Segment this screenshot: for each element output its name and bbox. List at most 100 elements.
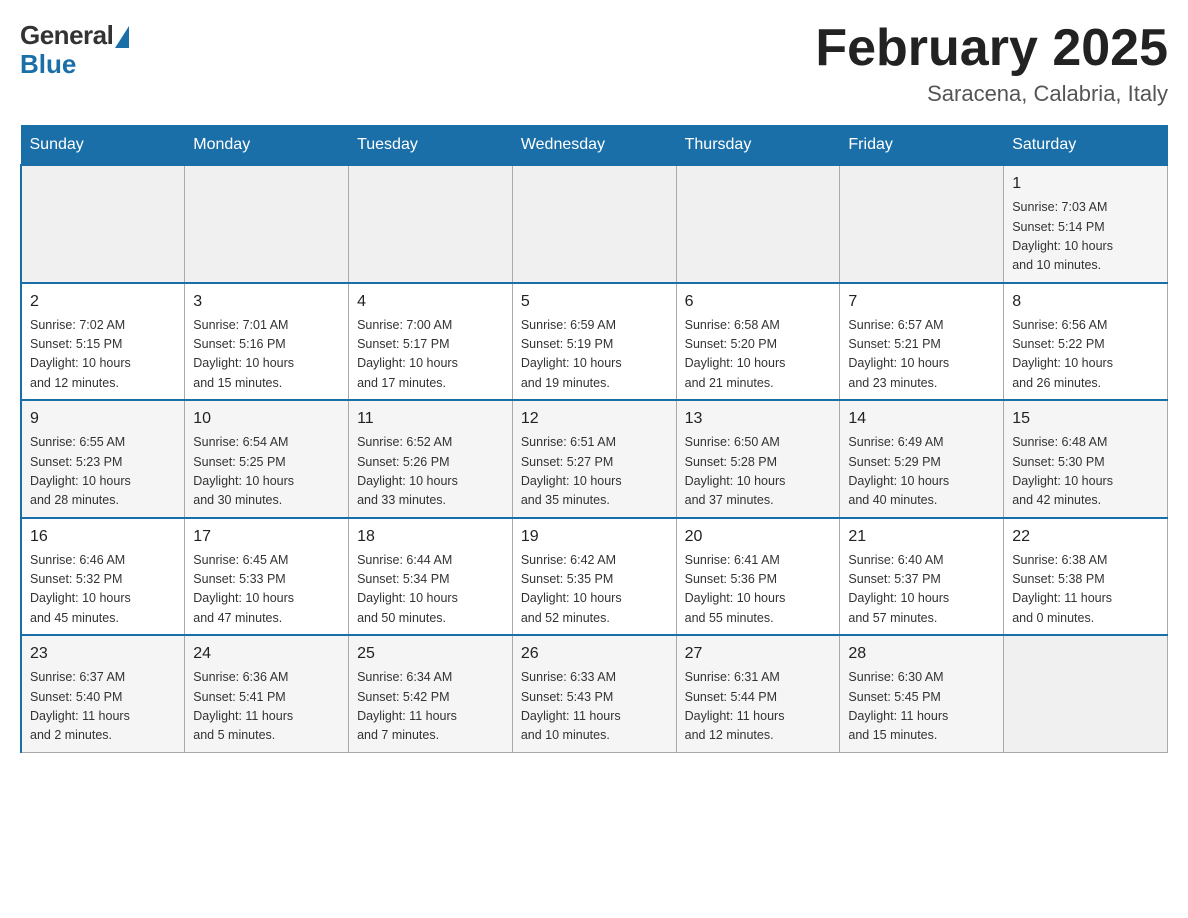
day-number: 15: [1012, 407, 1159, 431]
title-block: February 2025 Saracena, Calabria, Italy: [815, 20, 1168, 107]
logo-general-text: General: [20, 20, 113, 51]
day-number: 13: [685, 407, 832, 431]
day-info: Sunrise: 6:36 AM Sunset: 5:41 PM Dayligh…: [193, 668, 340, 746]
day-number: 17: [193, 525, 340, 549]
calendar-cell: 19Sunrise: 6:42 AM Sunset: 5:35 PM Dayli…: [512, 518, 676, 636]
logo-triangle-icon: [115, 26, 129, 48]
day-info: Sunrise: 7:01 AM Sunset: 5:16 PM Dayligh…: [193, 316, 340, 394]
calendar-cell: 4Sunrise: 7:00 AM Sunset: 5:17 PM Daylig…: [349, 283, 513, 401]
day-info: Sunrise: 6:40 AM Sunset: 5:37 PM Dayligh…: [848, 551, 995, 629]
day-number: 24: [193, 642, 340, 666]
day-number: 11: [357, 407, 504, 431]
day-number: 25: [357, 642, 504, 666]
day-info: Sunrise: 6:49 AM Sunset: 5:29 PM Dayligh…: [848, 433, 995, 511]
weekday-header-row: SundayMondayTuesdayWednesdayThursdayFrid…: [21, 126, 1168, 166]
calendar-cell: [185, 165, 349, 283]
day-info: Sunrise: 6:55 AM Sunset: 5:23 PM Dayligh…: [30, 433, 176, 511]
weekday-header-tuesday: Tuesday: [349, 126, 513, 166]
logo: General Blue: [20, 20, 129, 80]
calendar-cell: 6Sunrise: 6:58 AM Sunset: 5:20 PM Daylig…: [676, 283, 840, 401]
day-number: 21: [848, 525, 995, 549]
day-info: Sunrise: 6:57 AM Sunset: 5:21 PM Dayligh…: [848, 316, 995, 394]
day-info: Sunrise: 6:38 AM Sunset: 5:38 PM Dayligh…: [1012, 551, 1159, 629]
calendar-cell: 13Sunrise: 6:50 AM Sunset: 5:28 PM Dayli…: [676, 400, 840, 518]
day-number: 28: [848, 642, 995, 666]
day-number: 20: [685, 525, 832, 549]
day-info: Sunrise: 6:31 AM Sunset: 5:44 PM Dayligh…: [685, 668, 832, 746]
calendar-table: SundayMondayTuesdayWednesdayThursdayFrid…: [20, 125, 1168, 753]
calendar-cell: 27Sunrise: 6:31 AM Sunset: 5:44 PM Dayli…: [676, 635, 840, 752]
day-info: Sunrise: 6:34 AM Sunset: 5:42 PM Dayligh…: [357, 668, 504, 746]
day-number: 8: [1012, 290, 1159, 314]
day-number: 5: [521, 290, 668, 314]
day-info: Sunrise: 6:33 AM Sunset: 5:43 PM Dayligh…: [521, 668, 668, 746]
calendar-cell: 10Sunrise: 6:54 AM Sunset: 5:25 PM Dayli…: [185, 400, 349, 518]
day-info: Sunrise: 6:50 AM Sunset: 5:28 PM Dayligh…: [685, 433, 832, 511]
calendar-cell: 17Sunrise: 6:45 AM Sunset: 5:33 PM Dayli…: [185, 518, 349, 636]
day-number: 12: [521, 407, 668, 431]
weekday-header-friday: Friday: [840, 126, 1004, 166]
day-info: Sunrise: 7:00 AM Sunset: 5:17 PM Dayligh…: [357, 316, 504, 394]
day-info: Sunrise: 6:59 AM Sunset: 5:19 PM Dayligh…: [521, 316, 668, 394]
calendar-cell: 14Sunrise: 6:49 AM Sunset: 5:29 PM Dayli…: [840, 400, 1004, 518]
weekday-header-thursday: Thursday: [676, 126, 840, 166]
logo-blue-text: Blue: [20, 49, 76, 80]
calendar-week-row: 1Sunrise: 7:03 AM Sunset: 5:14 PM Daylig…: [21, 165, 1168, 283]
calendar-week-row: 16Sunrise: 6:46 AM Sunset: 5:32 PM Dayli…: [21, 518, 1168, 636]
day-info: Sunrise: 6:54 AM Sunset: 5:25 PM Dayligh…: [193, 433, 340, 511]
calendar-cell: [1004, 635, 1168, 752]
day-number: 23: [30, 642, 176, 666]
calendar-cell: 18Sunrise: 6:44 AM Sunset: 5:34 PM Dayli…: [349, 518, 513, 636]
location-subtitle: Saracena, Calabria, Italy: [815, 81, 1168, 107]
calendar-cell: 11Sunrise: 6:52 AM Sunset: 5:26 PM Dayli…: [349, 400, 513, 518]
calendar-cell: 5Sunrise: 6:59 AM Sunset: 5:19 PM Daylig…: [512, 283, 676, 401]
day-number: 6: [685, 290, 832, 314]
weekday-header-sunday: Sunday: [21, 126, 185, 166]
calendar-cell: [21, 165, 185, 283]
day-number: 22: [1012, 525, 1159, 549]
calendar-cell: 1Sunrise: 7:03 AM Sunset: 5:14 PM Daylig…: [1004, 165, 1168, 283]
calendar-cell: 12Sunrise: 6:51 AM Sunset: 5:27 PM Dayli…: [512, 400, 676, 518]
day-info: Sunrise: 6:37 AM Sunset: 5:40 PM Dayligh…: [30, 668, 176, 746]
day-info: Sunrise: 6:52 AM Sunset: 5:26 PM Dayligh…: [357, 433, 504, 511]
calendar-cell: 20Sunrise: 6:41 AM Sunset: 5:36 PM Dayli…: [676, 518, 840, 636]
day-info: Sunrise: 6:30 AM Sunset: 5:45 PM Dayligh…: [848, 668, 995, 746]
day-info: Sunrise: 6:56 AM Sunset: 5:22 PM Dayligh…: [1012, 316, 1159, 394]
day-info: Sunrise: 6:44 AM Sunset: 5:34 PM Dayligh…: [357, 551, 504, 629]
calendar-week-row: 9Sunrise: 6:55 AM Sunset: 5:23 PM Daylig…: [21, 400, 1168, 518]
calendar-week-row: 2Sunrise: 7:02 AM Sunset: 5:15 PM Daylig…: [21, 283, 1168, 401]
day-number: 1: [1012, 172, 1159, 196]
calendar-cell: [840, 165, 1004, 283]
calendar-cell: [349, 165, 513, 283]
day-info: Sunrise: 6:46 AM Sunset: 5:32 PM Dayligh…: [30, 551, 176, 629]
day-info: Sunrise: 6:51 AM Sunset: 5:27 PM Dayligh…: [521, 433, 668, 511]
day-info: Sunrise: 6:48 AM Sunset: 5:30 PM Dayligh…: [1012, 433, 1159, 511]
day-number: 26: [521, 642, 668, 666]
calendar-cell: 7Sunrise: 6:57 AM Sunset: 5:21 PM Daylig…: [840, 283, 1004, 401]
day-number: 27: [685, 642, 832, 666]
day-number: 2: [30, 290, 176, 314]
weekday-header-saturday: Saturday: [1004, 126, 1168, 166]
calendar-cell: 22Sunrise: 6:38 AM Sunset: 5:38 PM Dayli…: [1004, 518, 1168, 636]
calendar-week-row: 23Sunrise: 6:37 AM Sunset: 5:40 PM Dayli…: [21, 635, 1168, 752]
day-info: Sunrise: 6:42 AM Sunset: 5:35 PM Dayligh…: [521, 551, 668, 629]
calendar-cell: 16Sunrise: 6:46 AM Sunset: 5:32 PM Dayli…: [21, 518, 185, 636]
day-number: 4: [357, 290, 504, 314]
calendar-cell: 9Sunrise: 6:55 AM Sunset: 5:23 PM Daylig…: [21, 400, 185, 518]
calendar-cell: 2Sunrise: 7:02 AM Sunset: 5:15 PM Daylig…: [21, 283, 185, 401]
calendar-cell: 15Sunrise: 6:48 AM Sunset: 5:30 PM Dayli…: [1004, 400, 1168, 518]
day-info: Sunrise: 6:58 AM Sunset: 5:20 PM Dayligh…: [685, 316, 832, 394]
day-number: 14: [848, 407, 995, 431]
day-number: 18: [357, 525, 504, 549]
calendar-cell: [512, 165, 676, 283]
day-number: 3: [193, 290, 340, 314]
calendar-cell: [676, 165, 840, 283]
page-header: General Blue February 2025 Saracena, Cal…: [20, 20, 1168, 107]
weekday-header-wednesday: Wednesday: [512, 126, 676, 166]
calendar-cell: 25Sunrise: 6:34 AM Sunset: 5:42 PM Dayli…: [349, 635, 513, 752]
day-info: Sunrise: 7:03 AM Sunset: 5:14 PM Dayligh…: [1012, 198, 1159, 276]
day-number: 16: [30, 525, 176, 549]
day-info: Sunrise: 6:45 AM Sunset: 5:33 PM Dayligh…: [193, 551, 340, 629]
weekday-header-monday: Monday: [185, 126, 349, 166]
calendar-cell: 24Sunrise: 6:36 AM Sunset: 5:41 PM Dayli…: [185, 635, 349, 752]
